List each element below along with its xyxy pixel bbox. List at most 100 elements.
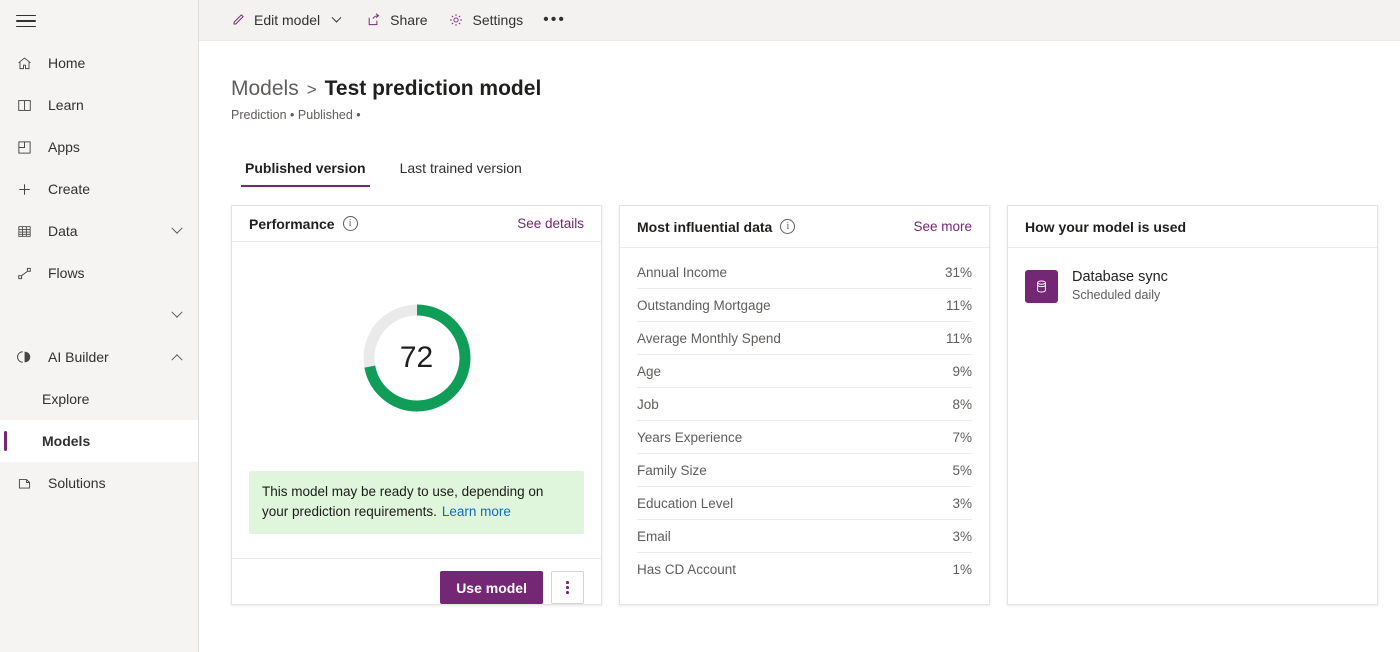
influential-name: Outstanding Mortgage — [637, 298, 771, 313]
info-icon[interactable]: i — [343, 216, 358, 231]
edit-model-button[interactable]: Edit model — [219, 4, 355, 36]
sidebar-item-create[interactable]: Create — [0, 168, 198, 210]
vertical-ellipsis-icon — [566, 581, 569, 594]
sidebar-item-models[interactable]: Models — [0, 420, 198, 462]
influential-value: 9% — [952, 364, 972, 379]
hamburger-icon — [16, 11, 36, 31]
sidebar-item-ai-builder[interactable]: AI Builder — [0, 336, 198, 378]
ellipsis-icon: ••• — [543, 15, 566, 25]
database-icon — [1025, 270, 1058, 303]
sidebar-item-label: Flows — [48, 265, 198, 281]
influential-data-card: Most influential data i See more Annual … — [619, 205, 990, 605]
sidebar-item-label: Data — [48, 223, 164, 239]
influential-card-header: Most influential data i See more — [620, 206, 989, 248]
influential-value: 11% — [946, 298, 972, 313]
influential-name: Has CD Account — [637, 562, 736, 577]
plus-icon — [14, 179, 34, 199]
influential-name: Years Experience — [637, 430, 742, 445]
sidebar-item-apps[interactable]: Apps — [0, 126, 198, 168]
use-model-button[interactable]: Use model — [440, 571, 543, 604]
performance-card-header: Performance i See details — [232, 206, 601, 242]
performance-card-footer: Use model — [232, 558, 601, 604]
influential-value: 11% — [946, 331, 972, 346]
list-item: Age 9% — [637, 355, 972, 388]
performance-more-options-button[interactable] — [551, 571, 584, 604]
usage-card-body: Database sync Scheduled daily — [1008, 248, 1377, 604]
sidebar-item-label: Home — [48, 55, 198, 71]
tab-last-trained-version[interactable]: Last trained version — [386, 150, 536, 187]
settings-label: Settings — [473, 12, 524, 28]
list-item: Has CD Account 1% — [637, 553, 972, 586]
influential-name: Annual Income — [637, 265, 727, 280]
sidebar-item-label: Apps — [48, 139, 198, 155]
sidebar-item-learn[interactable]: Learn — [0, 84, 198, 126]
performance-status-banner: This model may be ready to use, dependin… — [249, 471, 584, 534]
sidebar-item-label: Learn — [48, 97, 198, 113]
model-usage-card: How your model is used — [1007, 205, 1378, 605]
usage-item-subtitle: Scheduled daily — [1072, 287, 1168, 304]
influential-list: Annual Income 31% Outstanding Mortgage 1… — [637, 248, 972, 586]
cards-row: Performance i See details 72 — [231, 205, 1400, 605]
gear-icon — [448, 12, 465, 29]
influential-name: Education Level — [637, 496, 733, 511]
influential-value: 8% — [952, 397, 972, 412]
share-button[interactable]: Share — [355, 4, 437, 36]
tab-published-version[interactable]: Published version — [231, 150, 380, 187]
performance-title: Performance — [249, 216, 335, 232]
hamburger-menu-button[interactable] — [0, 0, 198, 42]
share-icon — [365, 12, 382, 29]
sidebar-item-label: Create — [48, 181, 198, 197]
sidebar-item-flows[interactable]: Flows — [0, 252, 198, 294]
influential-name: Age — [637, 364, 661, 379]
sidebar-item-solutions[interactable]: Solutions — [0, 462, 198, 504]
list-item: Email 3% — [637, 520, 972, 553]
breadcrumb-models-link[interactable]: Models — [231, 77, 299, 101]
sidebar-item-label: Explore — [42, 391, 198, 407]
influential-name: Average Monthly Spend — [637, 331, 781, 346]
app-root: Home Learn Apps — [0, 0, 1400, 652]
list-item: Years Experience 7% — [637, 421, 972, 454]
command-bar: Edit model Share — [199, 0, 1400, 41]
usage-title: How your model is used — [1025, 219, 1186, 235]
influential-name: Family Size — [637, 463, 707, 478]
flows-icon — [14, 263, 34, 283]
page-title: Test prediction model — [325, 77, 542, 101]
sidebar-item-explore[interactable]: Explore — [0, 378, 198, 420]
influential-value: 5% — [952, 463, 972, 478]
list-item: Average Monthly Spend 11% — [637, 322, 972, 355]
influential-title: Most influential data — [637, 219, 772, 235]
info-icon[interactable]: i — [780, 219, 795, 234]
chevron-down-icon[interactable] — [164, 227, 190, 235]
breadcrumb-separator-icon: > — [307, 80, 317, 100]
sidebar-item-data[interactable]: Data — [0, 210, 198, 252]
sidebar-group-collapsed[interactable] — [0, 294, 198, 336]
chevron-down-icon[interactable] — [164, 311, 190, 319]
performance-score: 72 — [361, 302, 473, 414]
learn-more-link[interactable]: Learn more — [442, 504, 511, 519]
pencil-icon — [229, 12, 246, 29]
list-item: Education Level 3% — [637, 487, 972, 520]
sidebar-item-label: Solutions — [48, 475, 198, 491]
page-content: Models > Test prediction model Predictio… — [199, 41, 1400, 605]
usage-card-header: How your model is used — [1008, 206, 1377, 248]
influential-name: Email — [637, 529, 671, 544]
see-details-link[interactable]: See details — [517, 216, 584, 231]
chevron-up-icon[interactable] — [164, 353, 190, 361]
list-item: Outstanding Mortgage 11% — [637, 289, 972, 322]
usage-list-item[interactable]: Database sync Scheduled daily — [1025, 248, 1360, 304]
donut-chart: 72 — [361, 302, 473, 414]
settings-button[interactable]: Settings — [438, 4, 534, 36]
chevron-down-icon[interactable] — [328, 12, 345, 29]
model-subtitle: Prediction • Published • — [231, 108, 1400, 122]
sidebar-item-home[interactable]: Home — [0, 42, 198, 84]
main-area: Edit model Share — [199, 0, 1400, 652]
overflow-menu-button[interactable]: ••• — [533, 4, 576, 36]
see-more-link[interactable]: See more — [913, 219, 972, 234]
influential-value: 3% — [952, 529, 972, 544]
influential-card-body: Annual Income 31% Outstanding Mortgage 1… — [620, 248, 989, 604]
version-tabs: Published version Last trained version — [231, 150, 1400, 187]
table-icon — [14, 221, 34, 241]
sidebar-item-label: AI Builder — [48, 349, 164, 365]
list-item: Annual Income 31% — [637, 256, 972, 289]
influential-value: 7% — [952, 430, 972, 445]
